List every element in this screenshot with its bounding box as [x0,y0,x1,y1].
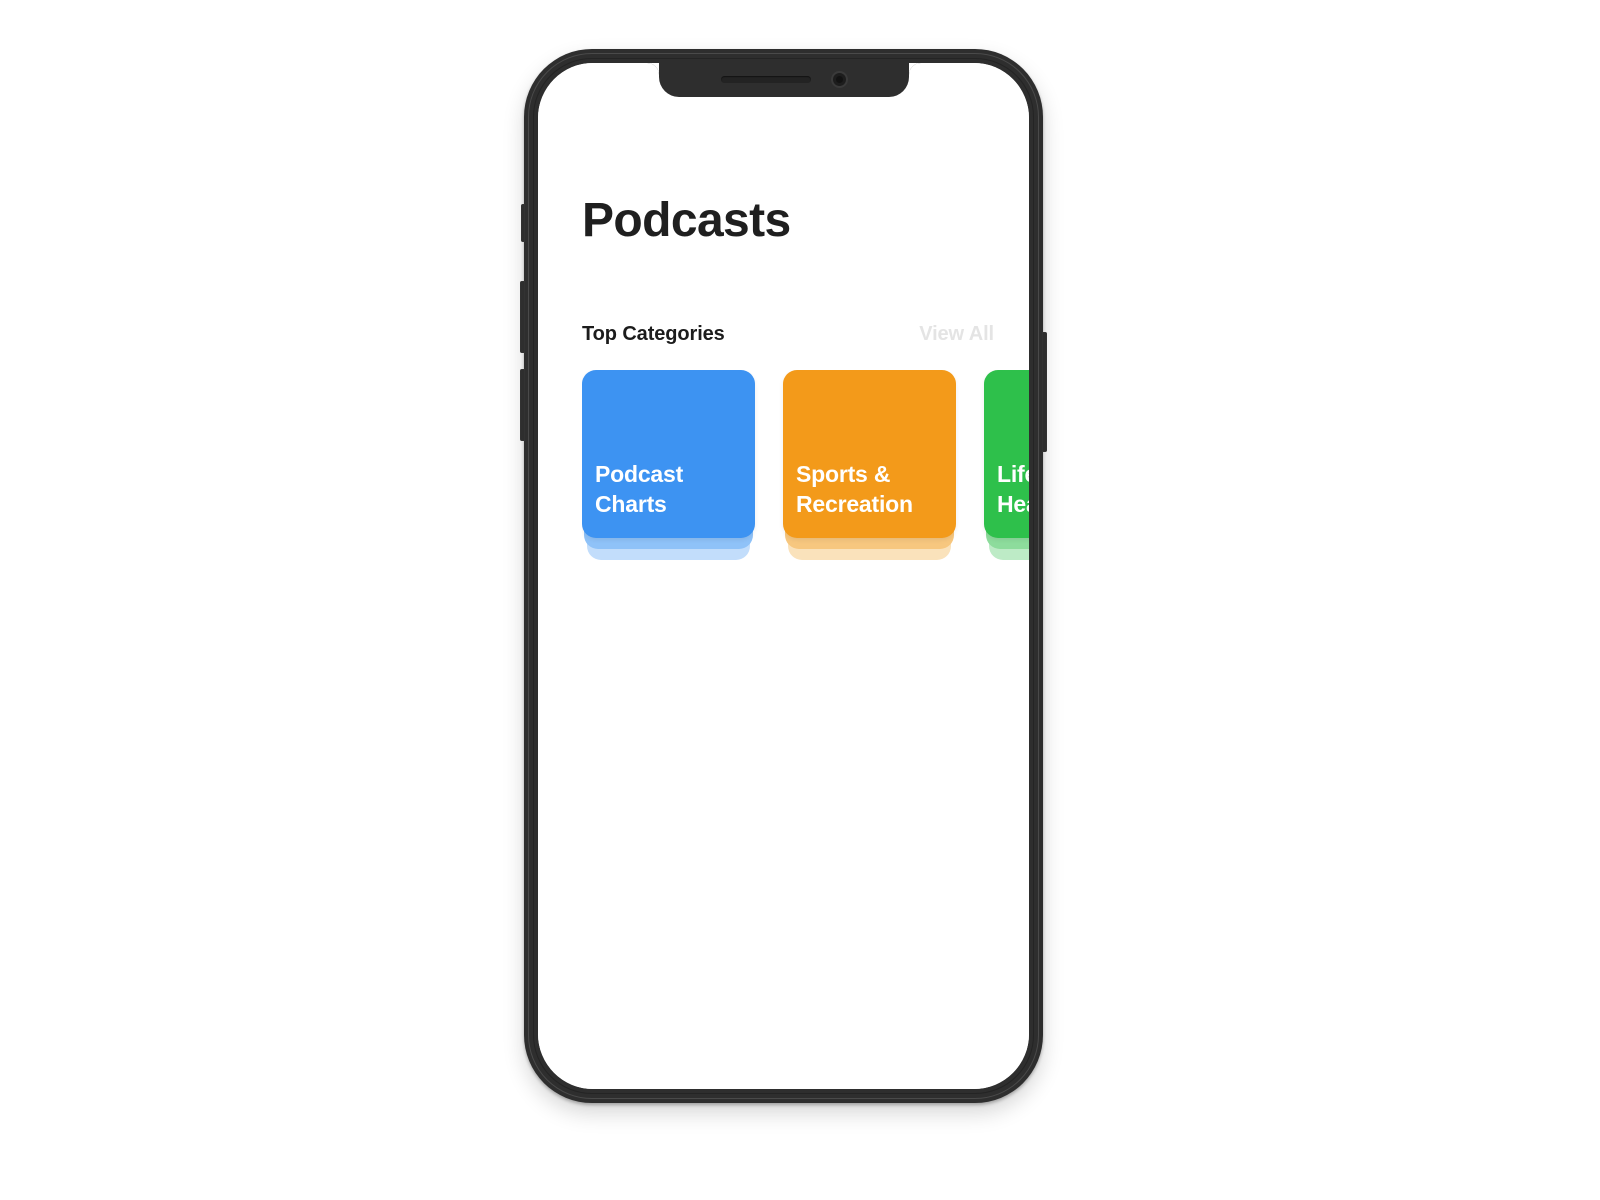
earpiece-speaker-icon [720,76,811,83]
category-card-label: Sports & Recreation [796,460,913,518]
podcasts-app: Podcasts Top Categories View All Podcast… [538,63,1029,1089]
device-notch [658,63,909,97]
category-card-rail[interactable]: Podcast Charts Sports & Recreation Life … [582,370,1029,570]
category-card-life-health[interactable]: Life & Health [984,370,1029,560]
category-card-podcast-charts[interactable]: Podcast Charts [582,370,755,560]
view-all-link[interactable]: View All [919,323,994,346]
power-button[interactable] [1042,332,1047,452]
volume-up-button[interactable] [520,281,525,353]
category-card-sports-recreation[interactable]: Sports & Recreation [783,370,956,560]
page-title: Podcasts [582,194,791,248]
device-stage: Podcasts Top Categories View All Podcast… [0,0,1600,1200]
phone-screen: Podcasts Top Categories View All Podcast… [538,63,1029,1089]
front-camera-icon [830,71,848,88]
volume-down-button[interactable] [520,369,525,441]
top-categories-header: Top Categories View All [582,321,1002,347]
section-title-top-categories: Top Categories [582,322,725,345]
silent-switch[interactable] [521,204,525,242]
category-card-label: Podcast Charts [595,460,684,518]
category-card-label: Life & Health [997,460,1029,518]
phone-frame: Podcasts Top Categories View All Podcast… [520,49,1047,1103]
